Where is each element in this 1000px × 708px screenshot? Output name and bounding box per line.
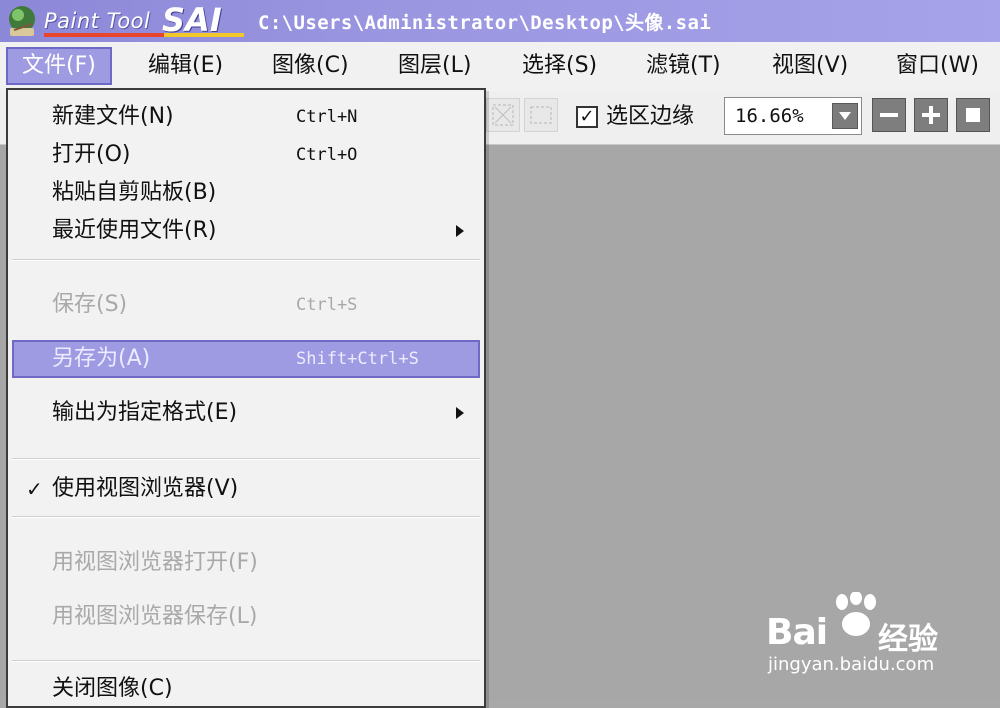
- checkmark-icon: ✓: [26, 477, 43, 501]
- menu-item-save[interactable]: 保存(S) Ctrl+S: [8, 286, 484, 324]
- plus-icon: [922, 106, 940, 124]
- window-title: C:\Users\Administrator\Desktop\头像.sai: [258, 12, 712, 34]
- zoom-reset-button[interactable]: [956, 98, 990, 132]
- menu-layer[interactable]: 图层(L): [398, 48, 471, 84]
- watermark-brand-suffix: 经验: [878, 622, 938, 657]
- app-name-small: Paint Tool: [44, 9, 151, 33]
- app-icon: [9, 6, 35, 36]
- menu-separator: [12, 660, 480, 662]
- selection-edge-label: 选区边缘: [606, 104, 695, 129]
- selection-icon: [530, 106, 552, 124]
- menu-item-new-file[interactable]: 新建文件(N) Ctrl+N: [8, 98, 484, 136]
- menu-item-open-with-view-browser[interactable]: 用视图浏览器打开(F): [8, 544, 484, 582]
- selection-edge-checkbox[interactable]: ✓: [576, 106, 598, 128]
- paw-icon: [836, 592, 876, 636]
- watermark-brand: Bai: [766, 612, 828, 653]
- menu-item-export-as[interactable]: 输出为指定格式(E): [8, 394, 484, 432]
- menu-item-save-with-view-browser[interactable]: 用视图浏览器保存(L): [8, 598, 484, 636]
- menu-image[interactable]: 图像(C): [272, 48, 349, 84]
- menu-filter[interactable]: 滤镜(T): [646, 48, 721, 84]
- menu-file[interactable]: 文件(F): [6, 47, 112, 85]
- deselect-icon: [492, 104, 514, 126]
- menu-separator: [12, 458, 480, 460]
- menu-item-save-as[interactable]: 另存为(A) Shift+Ctrl+S: [12, 340, 480, 378]
- square-icon: [966, 108, 980, 122]
- zoom-value: 16.66%: [735, 105, 804, 127]
- menu-item-open[interactable]: 打开(O) Ctrl+O: [8, 136, 484, 174]
- menu-separator: [12, 259, 480, 261]
- file-menu-dropdown: 新建文件(N) Ctrl+N 打开(O) Ctrl+O 粘贴自剪贴板(B) 最近…: [6, 88, 486, 708]
- menu-bar: 文件(F) 编辑(E) 图像(C) 图层(L) 选择(S) 滤镜(T) 视图(V…: [0, 42, 1000, 93]
- menu-window[interactable]: 窗口(W): [896, 48, 979, 84]
- title-bar: Paint Tool SAI C:\Users\Administrator\De…: [0, 0, 1000, 42]
- minus-icon: [880, 113, 898, 117]
- deselect-button[interactable]: [486, 98, 520, 132]
- invert-selection-button[interactable]: [524, 98, 558, 132]
- app-logo: Paint Tool SAI: [44, 1, 254, 39]
- menu-item-use-view-browser[interactable]: ✓ 使用视图浏览器(V): [8, 470, 484, 508]
- menu-item-recent-files[interactable]: 最近使用文件(R): [8, 212, 484, 250]
- menu-view[interactable]: 视图(V): [772, 48, 848, 84]
- menu-separator: [12, 516, 480, 518]
- menu-select[interactable]: 选择(S): [522, 48, 597, 84]
- menu-edit[interactable]: 编辑(E): [148, 48, 223, 84]
- watermark-url: jingyan.baidu.com: [768, 654, 935, 675]
- chevron-down-icon[interactable]: [832, 103, 858, 129]
- submenu-arrow-icon: [456, 225, 464, 237]
- menu-item-paste-from-clipboard[interactable]: 粘贴自剪贴板(B): [8, 174, 484, 212]
- menu-item-close-image[interactable]: 关闭图像(C): [8, 670, 484, 708]
- submenu-arrow-icon: [456, 407, 464, 419]
- zoom-select[interactable]: 16.66%: [724, 97, 862, 135]
- baidu-watermark: Bai 经验 jingyan.baidu.com: [766, 592, 986, 682]
- zoom-out-button[interactable]: [872, 98, 906, 132]
- zoom-in-button[interactable]: [914, 98, 948, 132]
- logo-swoosh-icon: [44, 33, 244, 37]
